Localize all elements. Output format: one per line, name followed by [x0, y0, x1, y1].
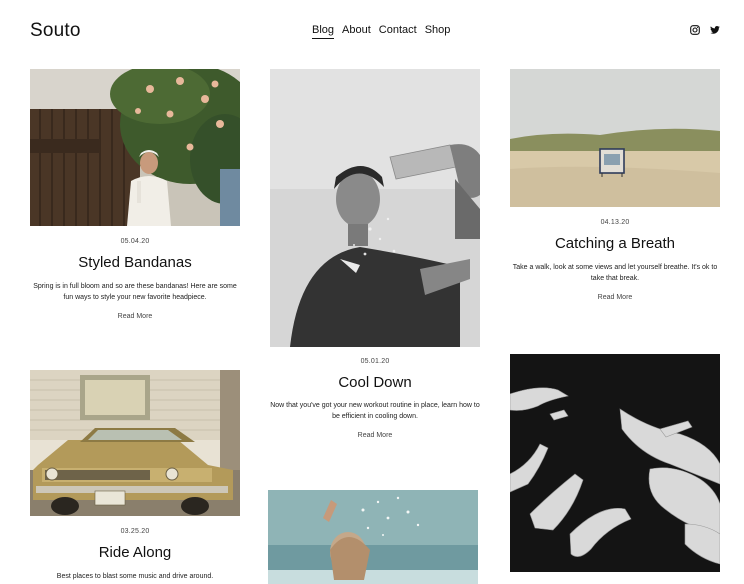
instagram-icon[interactable]: [690, 25, 700, 35]
nav-shop[interactable]: Shop: [425, 24, 451, 39]
post-date: 03.25.20: [120, 528, 150, 535]
post-title[interactable]: Cool Down: [270, 374, 480, 391]
social-links: [690, 25, 720, 35]
post-date: 05.01.20: [360, 358, 390, 365]
post-title[interactable]: Ride Along: [30, 544, 240, 561]
nav-about[interactable]: About: [342, 24, 371, 39]
post-excerpt: Take a walk, look at some views and let …: [512, 264, 718, 282]
nav-blog[interactable]: Blog: [312, 24, 335, 39]
post-image-cool-down[interactable]: [270, 69, 480, 347]
read-more-link[interactable]: Read More: [30, 313, 240, 320]
post-excerpt: Best places to blast some music and driv…: [56, 573, 214, 580]
post-title[interactable]: Catching a Breath: [510, 235, 720, 252]
post-image-ride-along[interactable]: [30, 370, 240, 516]
post-image-splash[interactable]: [268, 490, 478, 584]
post-image-hands[interactable]: [510, 354, 720, 572]
read-more-link[interactable]: Read More: [270, 432, 480, 439]
brand-logo[interactable]: Souto: [30, 20, 81, 42]
post-image-styled-bandanas[interactable]: [30, 69, 240, 226]
post-title[interactable]: Styled Bandanas: [30, 254, 240, 271]
post-date: 04.13.20: [600, 219, 630, 226]
twitter-icon[interactable]: [710, 25, 720, 35]
nav-contact[interactable]: Contact: [379, 24, 417, 39]
main-nav: Blog About Contact Shop: [312, 24, 450, 39]
read-more-link[interactable]: Read More: [510, 294, 720, 301]
post-date: 05.04.20: [120, 238, 150, 245]
post-image-catching-a-breath[interactable]: [510, 69, 720, 207]
post-excerpt: Spring is in full bloom and so are these…: [33, 283, 237, 301]
post-excerpt: Now that you've got your new workout rou…: [270, 402, 480, 420]
